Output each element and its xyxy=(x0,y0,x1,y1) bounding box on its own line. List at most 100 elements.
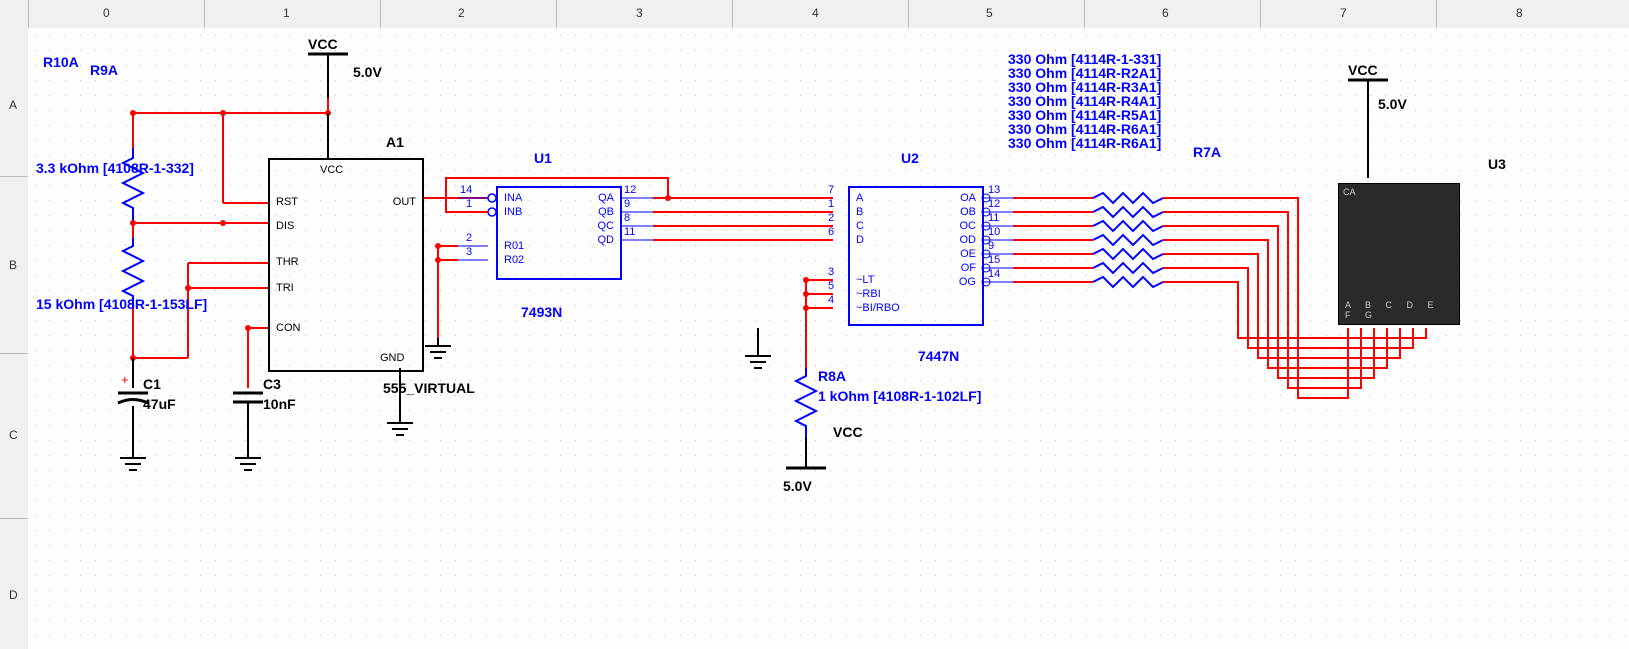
u1-num: 14 xyxy=(460,184,472,196)
volts-text-1: 5.0V xyxy=(353,64,382,80)
u1-num: 11 xyxy=(624,226,635,238)
ic-u1[interactable]: INA INB R01 R02 QA QB QC QD xyxy=(496,186,622,280)
row-head: C xyxy=(9,428,18,442)
u2-pin: OG xyxy=(959,276,976,288)
u2-num: 13 xyxy=(988,184,1000,196)
name-u1: 7493N xyxy=(521,304,562,320)
row-head: B xyxy=(9,258,17,272)
u2-num: 5 xyxy=(828,280,834,292)
u1-pin: R02 xyxy=(504,254,524,266)
volts-text-2: 5.0V xyxy=(783,478,812,494)
u1-num: 2 xyxy=(466,232,472,244)
u2-num: 12 xyxy=(988,198,1000,210)
res-array-line: 330 Ohm [4114R-R5A1] xyxy=(1008,108,1161,122)
vcc-text-3: VCC xyxy=(1348,62,1378,78)
svg-text:+: + xyxy=(121,372,129,387)
refdes-u2: U2 xyxy=(901,150,919,166)
val-c3: 10nF xyxy=(263,396,296,412)
schematic-viewport: 0 1 2 3 4 5 6 7 8 A B C D xyxy=(0,0,1629,649)
u1-pin: QC xyxy=(598,220,615,232)
col-head: 2 xyxy=(458,6,465,20)
res-array-line: 330 Ohm [4114R-R4A1] xyxy=(1008,94,1161,108)
u2-pin: C xyxy=(856,220,864,232)
u2-pin: OD xyxy=(960,234,977,246)
u2-num: 10 xyxy=(988,226,1000,238)
val-c1: 47uF xyxy=(143,396,176,412)
col-head: 1 xyxy=(283,6,290,20)
col-head: 0 xyxy=(103,6,110,20)
res-array-values: 330 Ohm [4114R-1-331] 330 Ohm [4114R-R2A… xyxy=(1008,52,1161,150)
u2-pin: A xyxy=(856,192,863,204)
res-array-line: 330 Ohm [4114R-R3A1] xyxy=(1008,80,1161,94)
u2-num: 15 xyxy=(988,254,1000,266)
u2-num: 1 xyxy=(828,198,834,210)
vcc-text-1: VCC xyxy=(308,36,338,52)
volts-text-3: 5.0V xyxy=(1378,96,1407,112)
u1-pin: R01 xyxy=(504,240,524,252)
pin-out: OUT xyxy=(393,196,416,208)
u2-num: 2 xyxy=(828,212,834,224)
u1-num: 1 xyxy=(466,198,472,210)
col-head: 3 xyxy=(636,6,643,20)
u1-pin: QD xyxy=(598,234,615,246)
u2-pin: OE xyxy=(960,248,976,260)
row-head: A xyxy=(9,98,17,112)
refdes-c1: C1 xyxy=(143,376,161,392)
refdes-u1: U1 xyxy=(534,150,552,166)
column-ruler: 0 1 2 3 4 5 6 7 8 xyxy=(28,0,1629,29)
u2-pin: OF xyxy=(961,262,976,274)
u2-num: 3 xyxy=(828,266,834,278)
pin-con: CON xyxy=(276,322,300,334)
u1-pin: QB xyxy=(598,206,614,218)
val-r10a: 3.3 kOhm [4108R-1-332] xyxy=(36,160,194,176)
u2-pin: ~BI/RBO xyxy=(856,302,900,314)
seven-segment-display[interactable]: CA A B C D E F G xyxy=(1338,183,1460,325)
u2-num: 9 xyxy=(988,240,994,252)
res-array-line: 330 Ohm [4114R-R2A1] xyxy=(1008,66,1161,80)
u1-pin: QA xyxy=(598,192,614,204)
seg-type: CA xyxy=(1343,187,1356,197)
res-array-line: 330 Ohm [4114R-R6A1] xyxy=(1008,136,1161,150)
u1-pin: INA xyxy=(504,192,522,204)
u2-pin: ~RBI xyxy=(856,288,881,300)
res-array-line: 330 Ohm [4114R-1-331] xyxy=(1008,52,1161,66)
col-head: 5 xyxy=(986,6,993,20)
row-ruler: A B C D xyxy=(0,28,29,649)
res-array-line: 330 Ohm [4114R-R6A1] xyxy=(1008,122,1161,136)
row-head: D xyxy=(9,588,18,602)
pin-vcc: VCC xyxy=(320,164,343,176)
u1-num: 9 xyxy=(624,198,630,210)
col-head: 7 xyxy=(1340,6,1347,20)
refdes-r8a: R8A xyxy=(818,368,846,384)
u1-num: 3 xyxy=(466,246,472,258)
ic-u2[interactable]: A B C D ~LT ~RBI ~BI/RBO OA OB OC OD OE … xyxy=(848,186,984,326)
u2-pin: OC xyxy=(960,220,977,232)
u2-num: 6 xyxy=(828,226,834,238)
seg-pins: A B C D E F G xyxy=(1345,300,1459,320)
u2-pin: D xyxy=(856,234,864,246)
u2-num: 7 xyxy=(828,184,834,196)
u1-num: 12 xyxy=(624,184,636,196)
u1-pin: INB xyxy=(504,206,522,218)
name-555: 555_VIRTUAL xyxy=(383,380,475,396)
u2-pin: OB xyxy=(960,206,976,218)
col-head: 8 xyxy=(1516,6,1523,20)
pin-rst: RST xyxy=(276,196,298,208)
u2-num: 4 xyxy=(828,294,834,306)
u2-pin: ~LT xyxy=(856,274,874,286)
u2-num: 14 xyxy=(988,268,1000,280)
name-u2: 7447N xyxy=(918,348,959,364)
schematic-canvas[interactable]: + xyxy=(28,28,1629,649)
u1-num: 8 xyxy=(624,212,630,224)
pin-dis: DIS xyxy=(276,220,294,232)
refdes-u3: U3 xyxy=(1488,156,1506,172)
u2-pin: B xyxy=(856,206,863,218)
refdes-r7a: R7A xyxy=(1193,144,1221,160)
u2-num: 11 xyxy=(988,212,999,224)
vcc-text-2: VCC xyxy=(833,424,863,440)
col-head: 4 xyxy=(812,6,819,20)
ic-555[interactable]: VCC RST DIS THR TRI CON GND OUT xyxy=(268,158,424,372)
refdes-a1: A1 xyxy=(386,134,404,150)
refdes-r10a: R10A xyxy=(43,54,79,70)
refdes-r9a: R9A xyxy=(90,62,118,78)
